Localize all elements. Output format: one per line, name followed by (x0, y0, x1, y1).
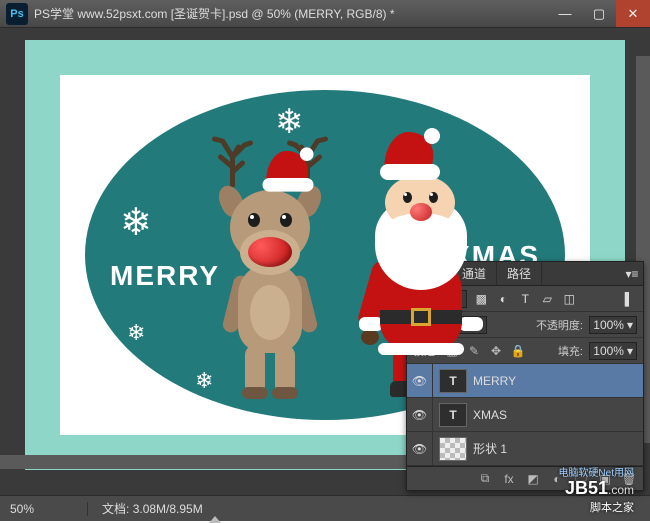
watermark-suffix: .com (608, 483, 634, 497)
zoom-level[interactable]: 50% (0, 502, 88, 516)
opacity-input[interactable]: 100%▾ (589, 316, 637, 334)
eye (248, 213, 260, 227)
visibility-eye-icon[interactable]: 👁 (407, 398, 433, 431)
filter-type-icon[interactable]: T (517, 291, 533, 307)
reindeer (200, 135, 340, 395)
fill-label: 填充: (558, 343, 583, 359)
fill-input[interactable]: 100%▾ (589, 342, 637, 360)
tab-paths[interactable]: 路径 (497, 262, 542, 285)
minimize-button[interactable]: — (548, 0, 582, 27)
hoof (242, 387, 268, 399)
filter-toggle[interactable]: ▌ (621, 291, 637, 307)
belly (250, 285, 290, 340)
layer-name[interactable]: XMAS (473, 408, 643, 422)
window-buttons: — ▢ ✕ (548, 0, 650, 27)
layer-list: 👁 T MERRY 👁 T XMAS 👁 形状 1 (407, 364, 643, 466)
filter-adjust-icon[interactable]: ◐ (495, 291, 511, 307)
doc-label: 文档: (102, 502, 129, 516)
watermark: 电脑软硬Net用网 JB51.com 脚本之家 (565, 478, 634, 515)
hand (361, 329, 379, 345)
layer-name[interactable]: MERRY (473, 374, 643, 388)
opacity-label: 不透明度: (536, 317, 583, 333)
layer-row[interactable]: 👁 形状 1 (407, 432, 643, 466)
nose (410, 203, 432, 221)
watermark-sub: 脚本之家 (565, 499, 634, 515)
lock-paint-icon[interactable]: ✎ (466, 343, 482, 359)
maximize-button[interactable]: ▢ (582, 0, 616, 27)
doc-value: 3.08M/8.95M (133, 502, 203, 516)
filter-pixel-icon[interactable]: ▩ (473, 291, 489, 307)
titlebar: Ps PS学堂 www.52psxt.com [圣诞贺卡].psd @ 50% … (0, 0, 650, 28)
visibility-eye-icon[interactable]: 👁 (407, 364, 433, 397)
app-window: Ps PS学堂 www.52psxt.com [圣诞贺卡].psd @ 50% … (0, 0, 650, 521)
filter-shape-icon[interactable]: ▱ (539, 291, 555, 307)
window-title: PS学堂 www.52psxt.com [圣诞贺卡].psd @ 50% (ME… (34, 5, 548, 22)
trim (378, 343, 464, 355)
app-icon: Ps (6, 3, 28, 25)
santa-hat-icon (380, 130, 440, 185)
link-icon[interactable]: ⧉ (477, 471, 493, 487)
layer-thumb-text-icon: T (439, 369, 467, 393)
panel-menu-button[interactable]: ▾≡ (621, 262, 643, 285)
close-button[interactable]: ✕ (616, 0, 650, 27)
snowflake-icon: ❄ (120, 200, 152, 245)
chevron-right-icon[interactable] (209, 502, 221, 523)
buckle (411, 308, 431, 326)
layer-row[interactable]: 👁 T XMAS (407, 398, 643, 432)
layer-thumb-text-icon: T (439, 403, 467, 427)
watermark-cn: 电脑软硬Net用网 (558, 464, 634, 479)
antler-icon (210, 127, 255, 187)
snowflake-icon: ❄ (127, 320, 145, 346)
fx-button[interactable]: fx (501, 471, 517, 487)
cuff (459, 317, 483, 331)
visibility-eye-icon[interactable]: 👁 (407, 432, 433, 465)
lock-move-icon[interactable]: ✥ (488, 343, 504, 359)
mask-icon[interactable]: ◩ (525, 471, 541, 487)
eye (280, 213, 292, 227)
lock-all-icon[interactable]: 🔒 (510, 343, 526, 359)
watermark-main: JB51 (565, 478, 608, 498)
santa-hat-icon (258, 145, 318, 200)
eye (403, 192, 412, 203)
hoof (272, 387, 298, 399)
nose (248, 237, 292, 267)
eye (429, 192, 438, 203)
layer-row[interactable]: 👁 T MERRY (407, 364, 643, 398)
filter-smart-icon[interactable]: ◫ (561, 291, 577, 307)
status-bar: 50% 文档: 3.08M/8.95M (0, 495, 650, 521)
layer-thumb-shape-icon (439, 437, 467, 461)
layer-name[interactable]: 形状 1 (473, 440, 643, 457)
